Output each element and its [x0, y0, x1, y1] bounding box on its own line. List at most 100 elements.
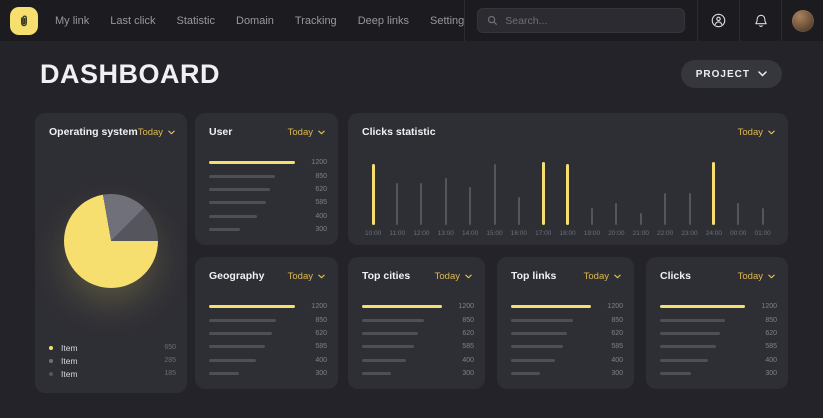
- bar-track: [362, 319, 442, 322]
- bar-track: [362, 372, 442, 375]
- axis-tick-label: 13:00: [438, 230, 454, 237]
- bar: [511, 305, 591, 308]
- bar-row: 585: [209, 340, 327, 353]
- chart-column: 20:00: [608, 203, 624, 237]
- nav-item-last-click[interactable]: Last click: [110, 15, 155, 27]
- chart-bar: [689, 193, 691, 225]
- axis-tick-label: 12:00: [413, 230, 429, 237]
- bar-track: [209, 161, 295, 164]
- period-dropdown[interactable]: Today: [738, 127, 775, 138]
- bar-row: 400: [209, 354, 327, 367]
- nav-item-tracking[interactable]: Tracking: [295, 15, 337, 27]
- chevron-down-icon: [318, 274, 325, 279]
- project-dropdown-label: PROJECT: [696, 69, 750, 80]
- bar-track: [362, 305, 442, 308]
- nav-item-deep-links[interactable]: Deep links: [358, 15, 409, 27]
- nav-item-domain[interactable]: Domain: [236, 15, 274, 27]
- bar-track: [209, 319, 295, 322]
- axis-tick-label: 14:00: [462, 230, 478, 237]
- bar-row: 300: [209, 223, 327, 236]
- bar: [511, 345, 563, 348]
- chevron-down-icon: [758, 71, 767, 77]
- search-input[interactable]: [505, 15, 675, 27]
- app-logo[interactable]: [10, 7, 38, 35]
- clicks-chart: 10:0011:0012:0013:0014:0015:0016:0017:00…: [365, 147, 771, 237]
- period-dropdown[interactable]: Today: [738, 271, 775, 282]
- nav-item-statistic[interactable]: Statistic: [176, 15, 215, 27]
- legend-value: 185: [164, 370, 176, 377]
- bar-row: 585: [209, 196, 327, 209]
- period-dropdown[interactable]: Today: [138, 127, 175, 138]
- os-pie-chart: [64, 194, 158, 288]
- bar-value: 1200: [450, 303, 474, 310]
- bar-track: [660, 359, 745, 362]
- nav-menu: My link Last click Statistic Domain Tracking…: [55, 15, 464, 27]
- nav-item-setting[interactable]: Setting: [430, 15, 464, 27]
- bar: [209, 175, 275, 178]
- axis-tick-label: 22:00: [657, 230, 673, 237]
- period-dropdown[interactable]: Today: [288, 271, 325, 282]
- period-label: Today: [138, 127, 163, 138]
- card-clicks: Clicks Today 1200850620585400300: [646, 257, 788, 389]
- bar: [209, 228, 240, 231]
- bar-value: 585: [450, 343, 474, 350]
- chart-column: 13:00: [438, 178, 454, 237]
- nav-item-my-link[interactable]: My link: [55, 15, 89, 27]
- bar: [362, 319, 424, 322]
- profile-button[interactable]: [782, 0, 823, 41]
- bar-track: [362, 345, 442, 348]
- bar-row: 585: [660, 340, 777, 353]
- card-geography: Geography Today 1200850620585400300: [195, 257, 338, 389]
- axis-tick-label: 11:00: [389, 230, 405, 237]
- account-button[interactable]: [698, 0, 739, 41]
- user-avatar: [792, 10, 814, 32]
- project-dropdown[interactable]: PROJECT: [681, 60, 782, 88]
- bar-value: 400: [450, 357, 474, 364]
- bar-row: 300: [511, 367, 623, 380]
- period-label: Today: [435, 271, 460, 282]
- account-icon: [710, 12, 727, 29]
- bar-value: 400: [599, 357, 623, 364]
- bar: [209, 372, 239, 375]
- bar: [209, 359, 256, 362]
- bar-row: 850: [209, 313, 327, 326]
- bar-track: [511, 305, 591, 308]
- chart-bar: [469, 187, 471, 225]
- card-user: User Today 1200850620585400300: [195, 113, 338, 245]
- axis-tick-label: 17:00: [535, 230, 551, 237]
- bar-track: [209, 228, 295, 231]
- notifications-button[interactable]: [740, 0, 781, 41]
- period-dropdown[interactable]: Today: [288, 127, 325, 138]
- axis-tick-label: 23:00: [681, 230, 697, 237]
- bar-row: 620: [511, 327, 623, 340]
- search-bar[interactable]: [477, 8, 685, 33]
- bar: [660, 305, 745, 308]
- period-label: Today: [738, 271, 763, 282]
- bar-track: [660, 305, 745, 308]
- period-dropdown[interactable]: Today: [584, 271, 621, 282]
- bar: [209, 345, 265, 348]
- chart-column: 10:00: [365, 164, 381, 237]
- card-top-cities: Top cities Today 1200850620585400300: [348, 257, 485, 389]
- bar-track: [209, 188, 295, 191]
- os-pie-legend: Item650Item285Item185: [49, 341, 176, 380]
- bar-row: 850: [209, 169, 327, 182]
- bar-track: [511, 332, 591, 335]
- chart-column: 19:00: [584, 208, 600, 237]
- bar-value: 300: [753, 370, 777, 377]
- chart-column: 17:00: [535, 162, 551, 237]
- bar-row: 585: [511, 340, 623, 353]
- bar-track: [511, 319, 591, 322]
- bar: [660, 359, 708, 362]
- chevron-down-icon: [465, 274, 472, 279]
- period-dropdown[interactable]: Today: [435, 271, 472, 282]
- chevron-down-icon: [318, 130, 325, 135]
- bar-track: [209, 201, 295, 204]
- bar-value: 585: [303, 343, 327, 350]
- axis-tick-label: 16:00: [511, 230, 527, 237]
- bar-track: [209, 372, 295, 375]
- page-header: DASHBOARD PROJECT: [40, 58, 782, 90]
- bar: [209, 215, 257, 218]
- chart-bar: [664, 193, 666, 225]
- axis-tick-label: 20:00: [608, 230, 624, 237]
